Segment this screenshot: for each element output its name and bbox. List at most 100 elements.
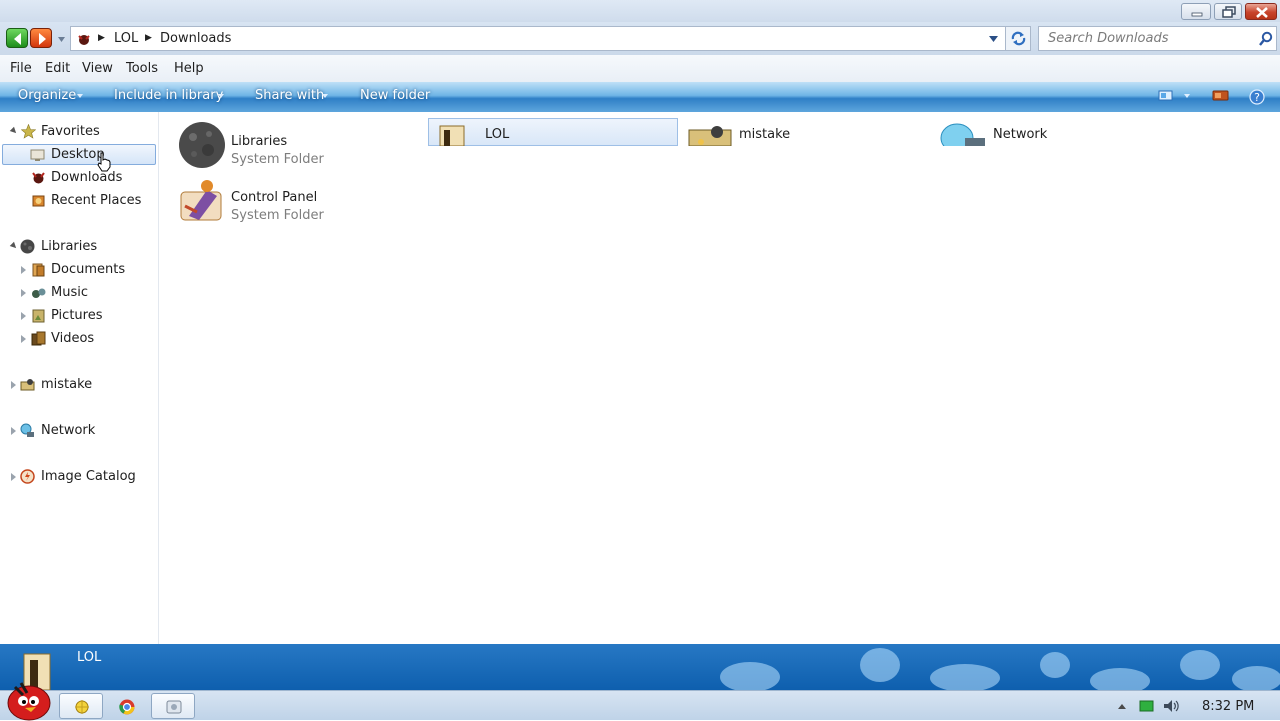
expand-arrow-icon[interactable] (21, 266, 26, 274)
share-dropdown-icon (322, 94, 328, 98)
decorative-bubble (1090, 668, 1150, 690)
expand-arrow-icon[interactable] (21, 289, 26, 297)
nav-label: mistake (41, 377, 93, 392)
taskbar-app-button[interactable] (151, 693, 195, 719)
item-type: System Folder (231, 152, 324, 167)
nav-label: Recent Places (51, 193, 142, 208)
nav-network[interactable]: Network (0, 420, 159, 442)
item-libraries[interactable]: Libraries System Folder (177, 120, 417, 174)
network-icon (20, 423, 34, 437)
collapse-arrow-icon[interactable] (9, 126, 19, 136)
preview-pane-icon[interactable] (1212, 89, 1230, 103)
nav-documents[interactable]: Documents (0, 259, 159, 281)
clock[interactable]: 8:32 PM (1202, 699, 1254, 714)
nav-label: Documents (51, 262, 126, 277)
expand-arrow-icon[interactable] (21, 335, 26, 343)
item-name: Control Panel (231, 190, 318, 205)
search-placeholder: Search Downloads (1048, 31, 1169, 46)
breadcrumb-downloads[interactable]: Downloads (160, 31, 231, 46)
back-button[interactable] (6, 28, 28, 48)
navigation-pane: Favorites Desktop Downloads Recent Place… (0, 112, 159, 644)
help-icon[interactable]: ? (1249, 89, 1265, 105)
nav-desktop[interactable]: Desktop (0, 144, 159, 172)
nav-videos[interactable]: Videos (0, 328, 159, 350)
breadcrumb-separator-icon[interactable]: ▶ (145, 33, 152, 43)
refresh-button[interactable] (1006, 26, 1031, 51)
videos-icon (31, 331, 46, 346)
share-with-button[interactable]: Share with (255, 88, 324, 103)
details-item-name: LOL (77, 650, 102, 665)
taskbar-chrome-button[interactable] (105, 693, 149, 719)
volume-icon[interactable] (1162, 698, 1180, 714)
menu-help[interactable]: Help (174, 61, 204, 76)
image-catalog-icon (20, 469, 35, 484)
battery-icon[interactable] (1139, 699, 1155, 713)
item-name: Network (993, 127, 1048, 142)
file-list: Libraries System Folder LOL mistake Netw… (159, 112, 1280, 644)
expand-arrow-icon[interactable] (11, 427, 16, 435)
app-icon (166, 700, 182, 714)
libraries-icon (20, 239, 35, 254)
command-bar: Organize Include in library Share with N… (0, 82, 1280, 112)
menu-tools[interactable]: Tools (126, 61, 158, 76)
item-network[interactable]: Network (939, 112, 1179, 166)
forward-button[interactable] (30, 28, 52, 48)
nav-favorites[interactable]: Favorites (0, 121, 159, 143)
nav-label: Favorites (41, 124, 100, 139)
decorative-bubble (860, 648, 900, 682)
svg-text:?: ? (1254, 91, 1260, 104)
item-mistake[interactable]: mistake (687, 112, 927, 166)
search-icon[interactable] (1259, 31, 1273, 46)
breadcrumb-separator-icon[interactable]: ▶ (98, 33, 105, 43)
view-dropdown-icon[interactable] (1184, 94, 1190, 98)
expand-arrow-icon[interactable] (21, 312, 26, 320)
taskbar-explorer-button[interactable] (59, 693, 103, 719)
item-control-panel[interactable]: Control Panel System Folder (177, 176, 417, 230)
decorative-bubble (1232, 666, 1280, 690)
address-bar[interactable]: ▶ LOL ▶ Downloads (70, 26, 1006, 51)
breadcrumb-lol[interactable]: LOL (114, 31, 138, 46)
minimize-button[interactable] (1181, 3, 1211, 20)
nav-downloads[interactable]: Downloads (0, 167, 159, 189)
start-button-icon[interactable] (3, 677, 51, 721)
item-name: Libraries (231, 134, 288, 149)
menu-file[interactable]: File (10, 61, 32, 76)
nav-label: Network (41, 423, 96, 438)
decorative-bubble (720, 662, 780, 690)
new-folder-button[interactable]: New folder (360, 88, 430, 103)
explorer-icon (75, 700, 89, 714)
item-lol[interactable]: LOL (428, 112, 678, 166)
nav-mistake[interactable]: mistake (0, 374, 159, 396)
decorative-bubble (1180, 650, 1220, 680)
show-hidden-icons-icon[interactable] (1117, 702, 1127, 710)
include-in-library-button[interactable]: Include in library (114, 88, 223, 103)
pictures-icon (32, 309, 45, 323)
menu-view[interactable]: View (82, 61, 113, 76)
item-type: System Folder (231, 208, 324, 223)
nav-libraries[interactable]: Libraries (0, 236, 159, 258)
restore-button[interactable] (1214, 3, 1242, 20)
close-button[interactable] (1245, 3, 1277, 20)
organize-button[interactable]: Organize (18, 88, 76, 103)
change-view-icon[interactable] (1158, 89, 1174, 103)
menu-bar: File Edit View Tools Help (0, 55, 1280, 82)
decorative-bubble (1040, 652, 1070, 678)
recent-places-icon (32, 195, 45, 207)
collapse-arrow-icon[interactable] (9, 241, 19, 251)
search-box[interactable]: Search Downloads (1038, 26, 1277, 51)
nav-music[interactable]: Music (0, 282, 159, 304)
address-dropdown-icon[interactable] (989, 36, 998, 43)
expand-arrow-icon[interactable] (11, 381, 16, 389)
nav-image-catalog[interactable]: Image Catalog (0, 466, 159, 488)
documents-icon (32, 263, 45, 277)
libraries-icon (179, 122, 225, 168)
nav-pictures[interactable]: Pictures (0, 305, 159, 327)
recent-pages-dropdown[interactable] (57, 35, 66, 44)
nav-recent-places[interactable]: Recent Places (0, 190, 159, 212)
expand-arrow-icon[interactable] (11, 473, 16, 481)
control-panel-icon (180, 180, 222, 221)
nav-label: Videos (51, 331, 95, 346)
menu-edit[interactable]: Edit (45, 61, 70, 76)
taskbar: 8:32 PM (0, 682, 1280, 721)
window-titlebar (0, 0, 1280, 22)
